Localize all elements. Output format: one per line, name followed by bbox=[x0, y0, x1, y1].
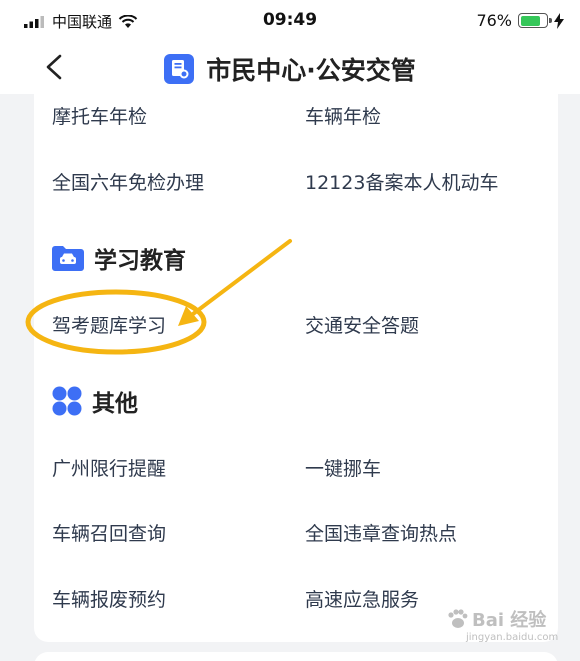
watermark-url: jingyan.baidu.com bbox=[466, 632, 559, 643]
service-exam-question-bank[interactable]: 驾考题库学习 bbox=[52, 311, 166, 338]
next-card bbox=[34, 652, 558, 661]
baidu-jingyan-watermark: Bai 经验 bbox=[446, 606, 546, 632]
paw-icon bbox=[448, 609, 468, 628]
service-vehicle-inspection[interactable]: 车辆年检 bbox=[305, 102, 381, 129]
service-highway-emergency[interactable]: 高速应急服务 bbox=[305, 585, 419, 612]
service-move-car[interactable]: 一键挪车 bbox=[305, 454, 381, 481]
service-guangzhou-restriction[interactable]: 广州限行提醒 bbox=[52, 454, 166, 481]
section-header-other: 其他 bbox=[52, 384, 138, 418]
charging-icon bbox=[554, 12, 564, 29]
section-title-other: 其他 bbox=[92, 391, 138, 417]
nav-bar: 市民中心·公安交管 bbox=[0, 42, 580, 94]
battery-fill bbox=[520, 15, 540, 26]
car-folder-icon bbox=[52, 246, 84, 271]
four-dots-icon bbox=[52, 386, 82, 416]
section-title-study: 学习教育 bbox=[94, 248, 186, 274]
battery-icon bbox=[518, 13, 552, 28]
section-header-study: 学习教育 bbox=[52, 241, 186, 275]
service-card: 摩托车年检 车辆年检 全国六年免检办理 12123备案本人机动车 学习教育 驾考… bbox=[34, 94, 558, 642]
service-six-year-exemption[interactable]: 全国六年免检办理 bbox=[52, 168, 204, 195]
service-vehicle-recall[interactable]: 车辆召回查询 bbox=[52, 519, 166, 546]
service-12123-register[interactable]: 12123备案本人机动车 bbox=[305, 168, 498, 195]
service-vehicle-scrap[interactable]: 车辆报废预约 bbox=[52, 585, 166, 612]
service-violation-hotspots[interactable]: 全国违章查询热点 bbox=[305, 519, 457, 546]
status-right: 76% bbox=[476, 11, 564, 30]
battery-percent: 76% bbox=[476, 11, 512, 30]
police-document-icon bbox=[164, 54, 195, 84]
page-title: 市民中心·公安交管 bbox=[206, 56, 416, 85]
watermark-text: Bai 经验 bbox=[472, 610, 547, 631]
nav-title: 市民中心·公安交管 bbox=[0, 51, 580, 87]
status-bar: 中国联通 09:49 76% bbox=[0, 0, 580, 42]
service-motorcycle-inspection[interactable]: 摩托车年检 bbox=[52, 102, 147, 129]
service-traffic-safety-quiz[interactable]: 交通安全答题 bbox=[305, 311, 419, 338]
